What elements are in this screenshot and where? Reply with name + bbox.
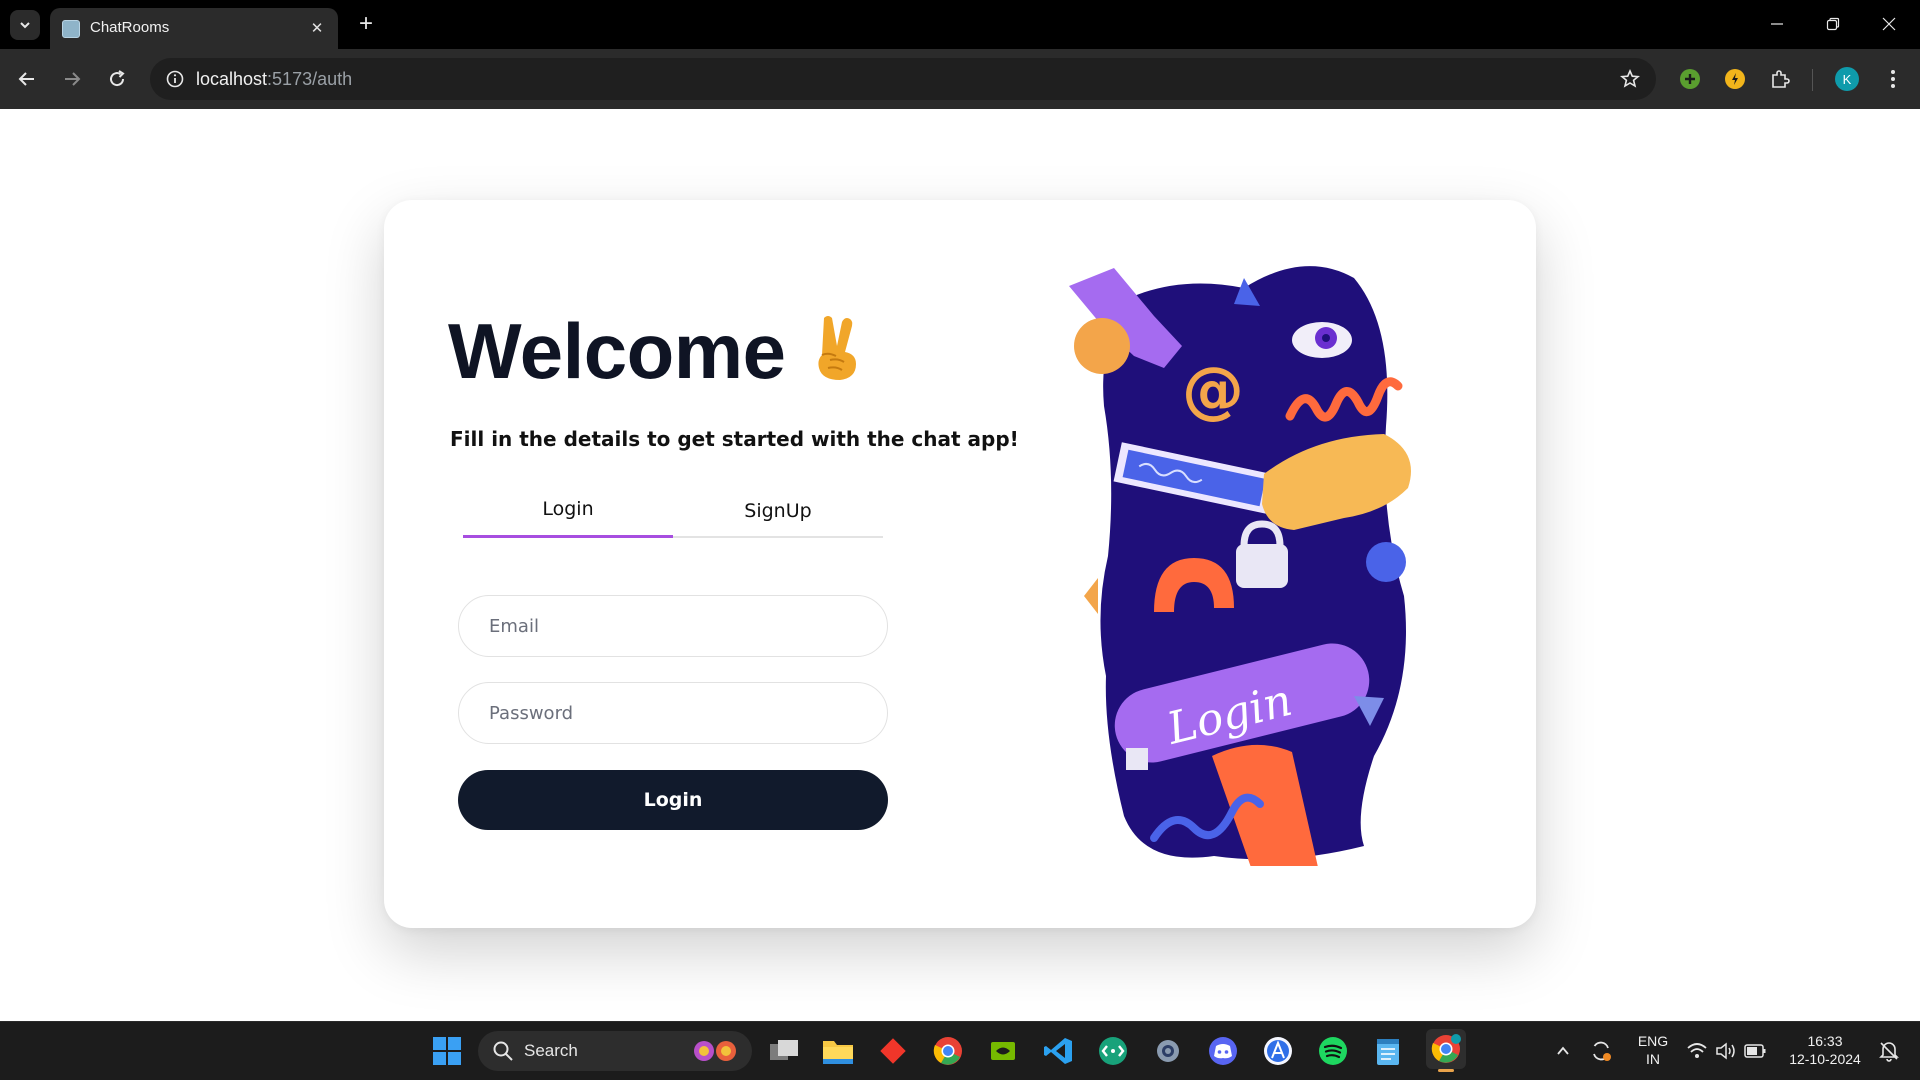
sync-icon[interactable] <box>1584 1034 1618 1068</box>
settings-icon[interactable] <box>1151 1034 1185 1068</box>
more-icon[interactable] <box>1879 65 1907 93</box>
chevron-up-icon[interactable] <box>1546 1034 1580 1068</box>
address-bar[interactable]: localhost:5173/auth <box>150 58 1656 100</box>
tab-signup[interactable]: SignUp <box>673 483 883 538</box>
welcome-subtitle: Fill in the details to get started with … <box>450 427 1019 451</box>
victory-hand-icon <box>808 312 868 384</box>
email-field-wrapper <box>458 595 888 657</box>
restore-icon[interactable] <box>1810 6 1856 42</box>
login-illustration: @ Login <box>1069 266 1411 866</box>
welcome-heading: Welcome <box>448 307 786 395</box>
file-explorer-icon[interactable] <box>821 1034 855 1068</box>
active-indicator <box>1438 1069 1454 1072</box>
taskbar: Search ENG IN 16:33 12-10-2024 <box>0 1021 1920 1080</box>
git-icon[interactable] <box>876 1034 910 1068</box>
star-icon[interactable] <box>1618 67 1642 91</box>
app-icon[interactable] <box>1261 1034 1295 1068</box>
profile-initial: K <box>1842 71 1852 87</box>
browser-tab-bar: ChatRooms ✕ + <box>0 0 1920 49</box>
task-view-icon[interactable] <box>767 1034 801 1068</box>
notepad-icon[interactable] <box>1371 1034 1405 1068</box>
extension-green-icon[interactable] <box>1676 65 1704 93</box>
tab-favicon <box>62 20 80 38</box>
language-indicator[interactable]: ENG IN <box>1628 1032 1678 1068</box>
svg-text:@: @ <box>1182 353 1244 426</box>
password-field-wrapper <box>458 682 888 744</box>
auth-tabs: Login SignUp <box>463 483 883 538</box>
tab-title: ChatRooms <box>90 19 170 36</box>
site-info-icon[interactable] <box>164 68 186 90</box>
chrome-icon[interactable] <box>931 1034 965 1068</box>
chrome-active-icon[interactable] <box>1426 1029 1466 1072</box>
nvidia-icon[interactable] <box>986 1034 1020 1068</box>
discord-icon[interactable] <box>1206 1034 1240 1068</box>
tab-login[interactable]: Login <box>463 483 673 538</box>
browser-toolbar: localhost:5173/auth K <box>0 49 1920 109</box>
clock-date: 12-10-2024 <box>1789 1051 1861 1067</box>
plus-icon[interactable]: + <box>352 10 380 38</box>
notifications-icon[interactable] <box>1872 1034 1906 1068</box>
vscode-icon[interactable] <box>1041 1034 1075 1068</box>
reload-icon[interactable] <box>102 64 132 94</box>
toolbar-divider <box>1812 69 1813 91</box>
page-content: Welcome Fill in the details to get start… <box>0 109 1920 1021</box>
url-text: localhost:5173/auth <box>196 69 353 89</box>
window-close-icon[interactable] <box>1866 6 1912 42</box>
back-icon[interactable] <box>12 64 42 94</box>
search-icon <box>492 1040 514 1067</box>
search-highlight-icon <box>692 1039 740 1068</box>
clock[interactable]: 16:33 12-10-2024 <box>1780 1032 1870 1068</box>
network-icon[interactable] <box>1096 1034 1130 1068</box>
taskbar-search[interactable]: Search <box>478 1031 752 1071</box>
email-input[interactable] <box>459 596 887 656</box>
login-button[interactable]: Login <box>458 770 888 830</box>
profile-avatar[interactable]: K <box>1833 65 1861 93</box>
clock-time: 16:33 <box>1807 1033 1843 1049</box>
browser-tab[interactable]: ChatRooms ✕ <box>50 8 338 49</box>
close-icon[interactable]: ✕ <box>306 17 328 39</box>
battery-icon[interactable] <box>1738 1034 1772 1068</box>
tab-menu-icon[interactable] <box>10 10 40 40</box>
language-line1: ENG <box>1637 1033 1669 1049</box>
spotify-icon[interactable] <box>1316 1034 1350 1068</box>
forward-icon[interactable] <box>57 64 87 94</box>
search-label: Search <box>524 1041 578 1060</box>
puzzle-icon[interactable] <box>1766 65 1794 93</box>
language-line2: IN <box>1646 1051 1660 1067</box>
password-input[interactable] <box>459 683 887 743</box>
auth-card: Welcome Fill in the details to get start… <box>384 200 1536 928</box>
extension-yellow-icon[interactable] <box>1721 65 1749 93</box>
minimize-icon[interactable] <box>1754 6 1800 42</box>
windows-start-icon[interactable] <box>430 1034 464 1068</box>
